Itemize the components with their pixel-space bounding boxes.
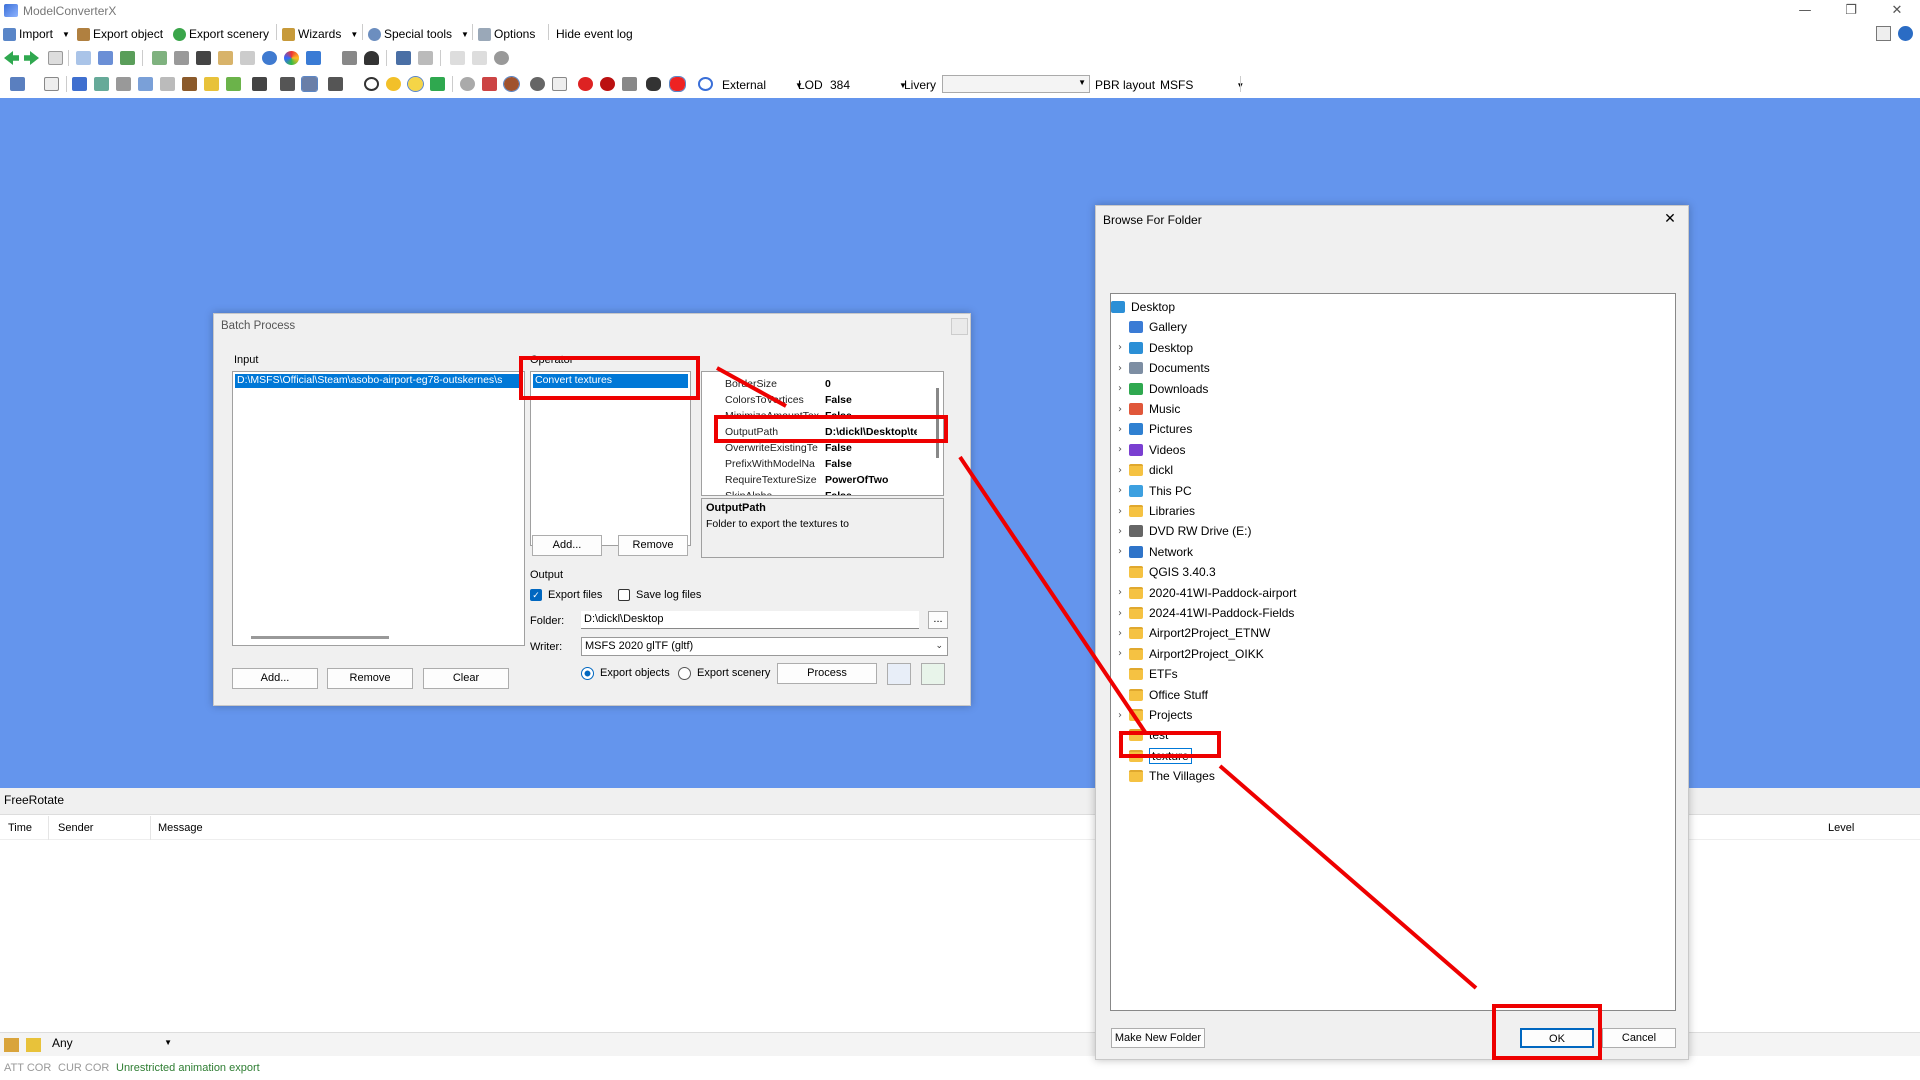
arrow-outputpath-to-texture bbox=[958, 455, 1147, 734]
arrow-operator-to-outputpath bbox=[716, 366, 787, 408]
annotation-arrows bbox=[716, 366, 1478, 990]
arrow-texture-to-ok bbox=[1218, 764, 1478, 990]
